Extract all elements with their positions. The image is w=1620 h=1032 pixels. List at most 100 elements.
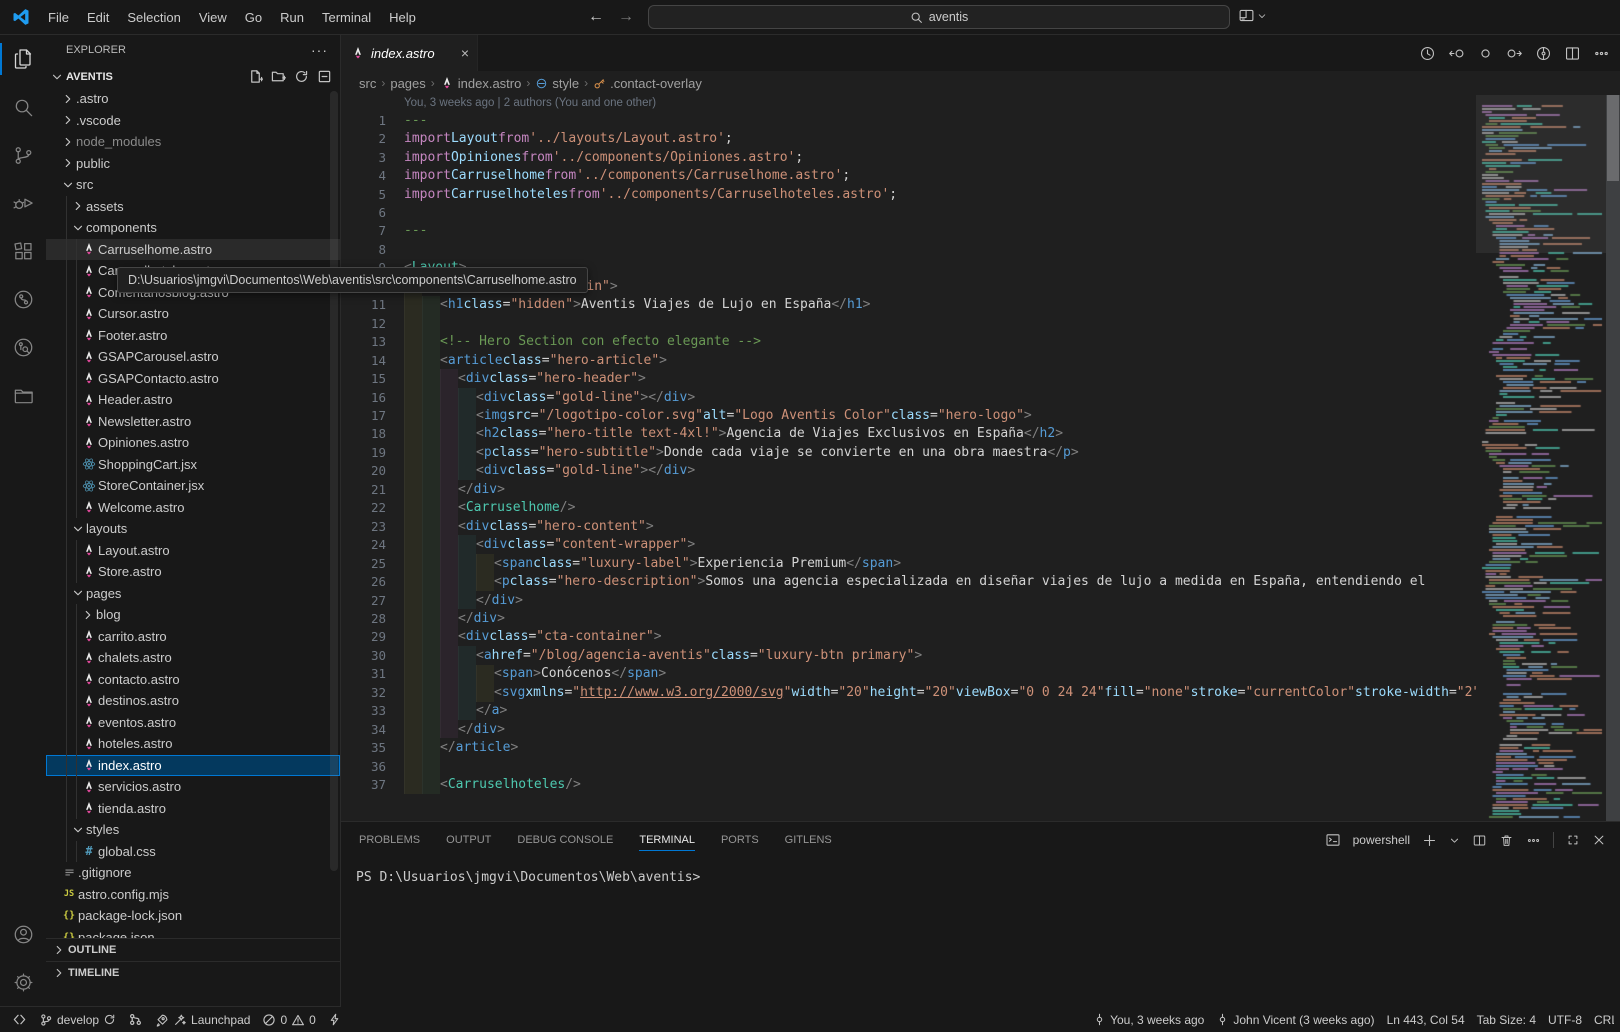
- line-number[interactable]: 28: [341, 611, 404, 626]
- command-center-search[interactable]: aventis: [648, 5, 1230, 29]
- tree-item-contacto-astro[interactable]: contacto.astro: [46, 669, 340, 691]
- tree-item--gitignore[interactable]: .gitignore: [46, 862, 340, 884]
- status-eol[interactable]: CRLF: [1588, 1013, 1620, 1027]
- line-number[interactable]: 5: [341, 187, 404, 202]
- timeline-icon[interactable]: [1419, 45, 1436, 62]
- tree-item-chalets-astro[interactable]: chalets.astro: [46, 647, 340, 669]
- code-line[interactable]: 19<p class="hero-subtitle">Donde cada vi…: [341, 443, 1476, 461]
- code-line[interactable]: 35</article>: [341, 738, 1476, 756]
- code-line[interactable]: 34</div>: [341, 720, 1476, 738]
- tree-item-global-css[interactable]: #global.css: [46, 841, 340, 863]
- split-terminal-icon[interactable]: [1472, 833, 1487, 848]
- project-root-row[interactable]: AVENTIS: [46, 65, 340, 88]
- timeline-section-header[interactable]: TIMELINE: [46, 961, 340, 984]
- code-line[interactable]: 23<div class="hero-content">: [341, 517, 1476, 535]
- next-change-icon[interactable]: [1506, 45, 1523, 62]
- code-line[interactable]: 2import Layout from '../layouts/Layout.a…: [341, 129, 1476, 147]
- line-number[interactable]: 18: [341, 426, 404, 441]
- minimap[interactable]: [1476, 95, 1606, 821]
- line-number[interactable]: 26: [341, 574, 404, 589]
- line-number[interactable]: 15: [341, 371, 404, 386]
- tree-item-gsapcontacto-astro[interactable]: GSAPContacto.astro: [46, 368, 340, 390]
- menu-run[interactable]: Run: [271, 7, 313, 28]
- status-problems[interactable]: 00: [256, 1013, 321, 1027]
- panel-tab-debug-console[interactable]: DEBUG CONSOLE: [517, 822, 613, 858]
- code-line[interactable]: 31<span>Conócenos</span>: [341, 665, 1476, 683]
- line-number[interactable]: 21: [341, 482, 404, 497]
- split-editor-icon[interactable]: [1564, 45, 1581, 62]
- tree-item-welcome-astro[interactable]: Welcome.astro: [46, 497, 340, 519]
- activitybar-run-debug[interactable]: [0, 179, 46, 227]
- line-number[interactable]: 33: [341, 703, 404, 718]
- code-line[interactable]: 28</div>: [341, 609, 1476, 627]
- line-number[interactable]: 20: [341, 463, 404, 478]
- breadcrumb-item--contact-overlay[interactable]: .contact-overlay: [593, 76, 702, 91]
- shell-label[interactable]: powershell: [1353, 833, 1410, 847]
- tree-item-index-astro[interactable]: index.astro: [46, 755, 340, 777]
- nav-back-icon[interactable]: ←: [588, 8, 604, 26]
- line-number[interactable]: 22: [341, 500, 404, 515]
- line-number[interactable]: 2: [341, 131, 404, 146]
- customize-layout-control[interactable]: [1238, 7, 1267, 24]
- new-folder-icon[interactable]: [271, 69, 286, 84]
- line-number[interactable]: 32: [341, 685, 404, 700]
- tree-item-storecontainer-jsx[interactable]: StoreContainer.jsx: [46, 475, 340, 497]
- tree-item-layouts[interactable]: layouts: [46, 518, 340, 540]
- code-line[interactable]: 30<a href="/blog/agencia-aventis" class=…: [341, 646, 1476, 664]
- line-number[interactable]: 13: [341, 334, 404, 349]
- previous-change-icon[interactable]: [1448, 45, 1465, 62]
- breadcrumb-item-style[interactable]: style: [535, 76, 579, 91]
- code-line[interactable]: 15<div class="hero-header">: [341, 369, 1476, 387]
- tree-item-footer-astro[interactable]: Footer.astro: [46, 325, 340, 347]
- line-number[interactable]: 35: [341, 740, 404, 755]
- line-number[interactable]: 11: [341, 297, 404, 312]
- gitlens-graph-icon[interactable]: [1535, 45, 1552, 62]
- line-number[interactable]: 3: [341, 150, 404, 165]
- more-icon[interactable]: [1526, 833, 1541, 848]
- code-line[interactable]: 27</div>: [341, 591, 1476, 609]
- tree-item-assets[interactable]: assets: [46, 196, 340, 218]
- trash-icon[interactable]: [1499, 833, 1514, 848]
- tree-item-package-lock-json[interactable]: {}package-lock.json: [46, 905, 340, 927]
- activitybar-explorer[interactable]: [0, 35, 46, 83]
- code-line[interactable]: 1---: [341, 111, 1476, 129]
- code-line[interactable]: 25<span class="luxury-label">Experiencia…: [341, 554, 1476, 572]
- tree-item--vscode[interactable]: .vscode: [46, 110, 340, 132]
- code-line[interactable]: 13<!-- Hero Section con efecto elegante …: [341, 332, 1476, 350]
- line-number[interactable]: 16: [341, 390, 404, 405]
- code-line[interactable]: 18<h2 class="hero-title text-4xl!">Agenc…: [341, 425, 1476, 443]
- outline-section-header[interactable]: OUTLINE: [46, 938, 340, 961]
- tree-item-components[interactable]: components: [46, 217, 340, 239]
- panel-tab-ports[interactable]: PORTS: [721, 822, 759, 858]
- tree-item-gsapcarousel-astro[interactable]: GSAPCarousel.astro: [46, 346, 340, 368]
- code-line[interactable]: 32<svg xmlns="http://www.w3.org/2000/svg…: [341, 683, 1476, 701]
- code-line[interactable]: 6: [341, 203, 1476, 221]
- status-feedback[interactable]: [322, 1013, 347, 1026]
- tree-item-eventos-astro[interactable]: eventos.astro: [46, 712, 340, 734]
- line-number[interactable]: 36: [341, 759, 404, 774]
- code-line[interactable]: 36: [341, 757, 1476, 775]
- code-line[interactable]: 33</a>: [341, 702, 1476, 720]
- menu-view[interactable]: View: [190, 7, 236, 28]
- tree-item-node-modules[interactable]: node_modules: [46, 131, 340, 153]
- tree-item-carrito-astro[interactable]: carrito.astro: [46, 626, 340, 648]
- status-cursor-position[interactable]: Ln 443, Col 54: [1381, 1013, 1471, 1027]
- terminal-output[interactable]: PS D:\Usuarios\jmgvi\Documentos\Web\aven…: [341, 858, 1620, 885]
- tree-item-header-astro[interactable]: Header.astro: [46, 389, 340, 411]
- line-number[interactable]: 34: [341, 722, 404, 737]
- sidebar-scrollbar[interactable]: [330, 91, 338, 871]
- tree-item-shoppingcart-jsx[interactable]: ShoppingCart.jsx: [46, 454, 340, 476]
- code-line[interactable]: 11<h1 class="hidden">Aventis Viajes de L…: [341, 296, 1476, 314]
- refresh-icon[interactable]: [294, 69, 309, 84]
- code-line[interactable]: 14<article class="hero-article">: [341, 351, 1476, 369]
- line-number[interactable]: 14: [341, 353, 404, 368]
- status-tab-size[interactable]: Tab Size: 4: [1471, 1013, 1542, 1027]
- line-number[interactable]: 27: [341, 593, 404, 608]
- code-line[interactable]: 7---: [341, 222, 1476, 240]
- close-icon[interactable]: ×: [461, 45, 469, 61]
- line-number[interactable]: 7: [341, 223, 404, 238]
- new-file-icon[interactable]: [248, 69, 263, 84]
- activitybar-accounts[interactable]: [0, 910, 46, 958]
- tree-item-servicios-astro[interactable]: servicios.astro: [46, 776, 340, 798]
- status-encoding[interactable]: UTF-8: [1542, 1013, 1588, 1027]
